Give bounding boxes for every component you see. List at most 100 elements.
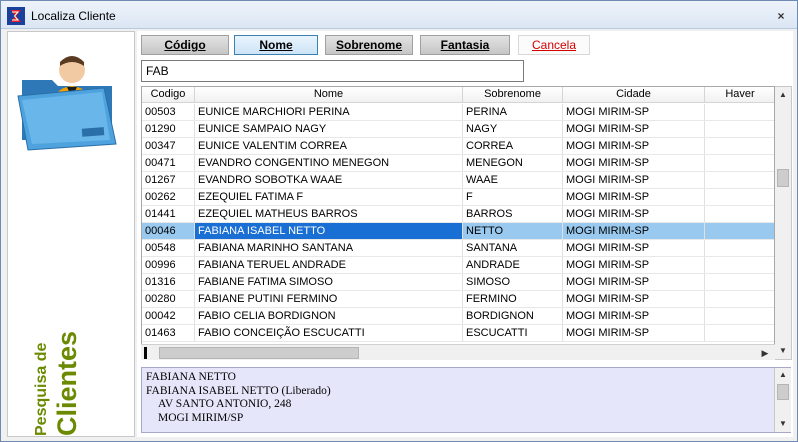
- search-content: Código Nome Sobrenome Fantasia Cancela C…: [137, 31, 793, 437]
- table-row[interactable]: 00347 EUNICE VALENTIM CORREA CORREA MOGI MI…: [142, 138, 774, 155]
- detail-scroll-down-icon[interactable]: ▼: [775, 417, 791, 431]
- table-row[interactable]: 01463 FABIO CONCEIÇÃO ESCUCATTI ESCUCATTI M…: [142, 325, 774, 342]
- detail-scroll-thumb[interactable]: [777, 384, 789, 400]
- cell-cidade: MOGI MIRIM-SP: [563, 155, 705, 171]
- detail-scroll-up-icon[interactable]: ▲: [775, 368, 791, 382]
- cell-haver: [705, 206, 774, 222]
- column-header-cidade[interactable]: Cidade: [563, 87, 705, 103]
- cell-cidade: MOGI MIRIM-SP: [563, 325, 705, 341]
- cell-nome: EUNICE VALENTIM CORREA: [195, 138, 463, 154]
- table-row[interactable]: 00548 FABIANA MARINHO SANTANA SANTANA MOGI …: [142, 240, 774, 257]
- cell-haver: [705, 104, 774, 120]
- table-row[interactable]: 01267 EVANDRO SOBOTKA WAAE WAAE MOGI MIRIM-…: [142, 172, 774, 189]
- cell-nome: FABIANE PUTINI FERMINO: [195, 291, 463, 307]
- cell-codigo: 01267: [142, 172, 195, 188]
- cell-codigo: 00503: [142, 104, 195, 120]
- cell-nome: FABIO CELIA BORDIGNON: [195, 308, 463, 324]
- cell-sobrenome: WAAE: [463, 172, 563, 188]
- detail-address: AV SANTO ANTONIO, 248: [158, 398, 292, 410]
- cell-codigo: 00548: [142, 240, 195, 256]
- table-row[interactable]: 00262 EZEQUIEL FATIMA F F MOGI MIRIM-SP: [142, 189, 774, 206]
- cell-sobrenome: SANTANA: [463, 240, 563, 256]
- nome-button[interactable]: Nome: [234, 35, 318, 55]
- table-row[interactable]: 01316 FABIANE FATIMA SIMOSO SIMOSO MOGI MIR…: [142, 274, 774, 291]
- table-row[interactable]: 00996 FABIANA TERUEL ANDRADE ANDRADE MOGI M…: [142, 257, 774, 274]
- codigo-button[interactable]: Código: [141, 35, 229, 55]
- table-row[interactable]: 00042 FABIO CELIA BORDIGNON BORDIGNON MOGI …: [142, 308, 774, 325]
- scroll-right-icon[interactable]: ▶: [757, 345, 773, 361]
- app-logo-icon: [7, 7, 25, 25]
- table-row-selected[interactable]: 00046 FABIANA ISABEL NETTO NETTO MOGI MIRIM…: [142, 223, 774, 240]
- table-row[interactable]: 01441 EZEQUIEL MATHEUS BARROS BARROS MOGI M…: [142, 206, 774, 223]
- title-bar: Localiza Cliente ×: [1, 1, 797, 29]
- close-button[interactable]: ×: [771, 8, 791, 24]
- column-header-sobrenome[interactable]: Sobrenome: [463, 87, 563, 103]
- cell-sobrenome: NAGY: [463, 121, 563, 137]
- cell-haver: [705, 274, 774, 290]
- cell-haver: [705, 223, 774, 239]
- localiza-cliente-window: Localiza Cliente × Pesquisa de Clientes …: [0, 0, 798, 442]
- grid-horizontal-scrollbar[interactable]: ▶: [141, 344, 775, 360]
- cancela-button[interactable]: Cancela: [518, 35, 590, 55]
- column-header-nome[interactable]: Nome: [195, 87, 463, 103]
- cell-cidade: MOGI MIRIM-SP: [563, 308, 705, 324]
- cell-sobrenome: FERMINO: [463, 291, 563, 307]
- table-row[interactable]: 01290 EUNICE SAMPAIO NAGY NAGY MOGI MIRIM-S…: [142, 121, 774, 138]
- grid-header: Codigo Nome Sobrenome Cidade Haver: [142, 87, 774, 103]
- cell-sobrenome: F: [463, 189, 563, 205]
- client-grid[interactable]: Codigo Nome Sobrenome Cidade Haver 00503…: [141, 86, 775, 360]
- detail-vertical-scrollbar[interactable]: ▲ ▼: [774, 368, 791, 432]
- cell-haver: [705, 325, 774, 341]
- cell-nome: FABIANA ISABEL NETTO: [195, 223, 463, 239]
- vertical-scroll-thumb[interactable]: [777, 169, 789, 187]
- cell-nome: FABIO CONCEIÇÃO ESCUCATTI: [195, 325, 463, 341]
- search-input[interactable]: [141, 60, 524, 82]
- cell-haver: [705, 155, 774, 171]
- cell-cidade: MOGI MIRIM-SP: [563, 104, 705, 120]
- table-row[interactable]: 00280 FABIANE PUTINI FERMINO FERMINO MOGI M…: [142, 291, 774, 308]
- cell-haver: [705, 121, 774, 137]
- table-row[interactable]: 00471 EVANDRO CONGENTINO MENEGON MENEGON MO…: [142, 155, 774, 172]
- cell-codigo: 01290: [142, 121, 195, 137]
- side-label-line1: Pesquisa de: [33, 343, 50, 436]
- sobrenome-button[interactable]: Sobrenome: [325, 35, 413, 55]
- client-folder-icon: [17, 56, 117, 151]
- cell-codigo: 00280: [142, 291, 195, 307]
- cell-cidade: MOGI MIRIM-SP: [563, 189, 705, 205]
- window-title: Localiza Cliente: [31, 9, 116, 23]
- scroll-up-icon[interactable]: ▲: [775, 87, 791, 103]
- cell-cidade: MOGI MIRIM-SP: [563, 291, 705, 307]
- cell-codigo: 01463: [142, 325, 195, 341]
- cell-cidade: MOGI MIRIM-SP: [563, 240, 705, 256]
- table-row[interactable]: 00503 EUNICE MARCHIORI PERINA PERINA MOGI M…: [142, 104, 774, 121]
- cell-nome: EVANDRO CONGENTINO MENEGON: [195, 155, 463, 171]
- column-header-haver[interactable]: Haver: [705, 87, 774, 103]
- cell-nome: FABIANA TERUEL ANDRADE: [195, 257, 463, 273]
- column-header-codigo[interactable]: Codigo: [142, 87, 195, 103]
- client-illustration-panel: Pesquisa de Clientes: [7, 31, 135, 437]
- cell-cidade: MOGI MIRIM-SP: [563, 121, 705, 137]
- cell-sobrenome: PERINA: [463, 104, 563, 120]
- fantasia-button[interactable]: Fantasia: [420, 35, 510, 55]
- side-label-graphic: Pesquisa de Clientes: [33, 331, 82, 436]
- grid-vertical-scrollbar[interactable]: ▲ ▼: [775, 86, 792, 360]
- cell-sobrenome: SIMOSO: [463, 274, 563, 290]
- cell-nome: FABIANE FATIMA SIMOSO: [195, 274, 463, 290]
- cell-codigo: 01441: [142, 206, 195, 222]
- cell-sobrenome: ESCUCATTI: [463, 325, 563, 341]
- detail-full-name: FABIANA ISABEL NETTO (Liberado): [146, 384, 331, 397]
- scroll-down-icon[interactable]: ▼: [775, 343, 791, 359]
- horizontal-scroll-thumb[interactable]: [159, 347, 359, 359]
- cell-cidade: MOGI MIRIM-SP: [563, 138, 705, 154]
- cell-nome: EUNICE MARCHIORI PERINA: [195, 104, 463, 120]
- client-detail-text: FABIANA NETTO FABIANA ISABEL NETTO (Libe…: [146, 371, 331, 425]
- detail-fantasy-name: FABIANA NETTO: [146, 371, 236, 383]
- client-detail-panel: FABIANA NETTO FABIANA ISABEL NETTO (Libe…: [141, 367, 791, 433]
- cell-codigo: 00347: [142, 138, 195, 154]
- cell-haver: [705, 291, 774, 307]
- cell-nome: EUNICE SAMPAIO NAGY: [195, 121, 463, 137]
- cell-nome: EZEQUIEL FATIMA F: [195, 189, 463, 205]
- cell-codigo: 00471: [142, 155, 195, 171]
- cell-sobrenome: BARROS: [463, 206, 563, 222]
- cell-sobrenome: NETTO: [463, 223, 563, 239]
